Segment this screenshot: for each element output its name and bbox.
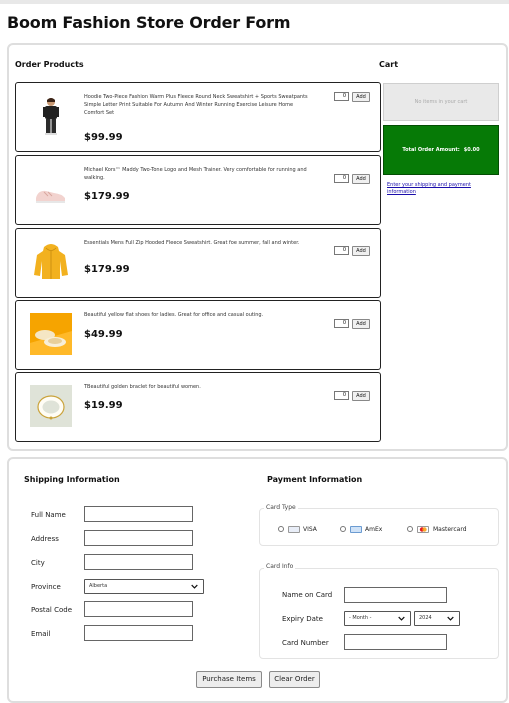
full-name-field[interactable] (84, 506, 193, 522)
card-type-legend: Card Type (264, 504, 298, 511)
purchase-items-button[interactable]: Purchase Items (196, 671, 262, 688)
mastercard-label: Mastercard (433, 526, 467, 533)
mastercard-radio[interactable] (407, 526, 413, 532)
checkout-panel: Shipping Information Payment Information… (7, 457, 508, 703)
order-products-heading: Order Products (15, 60, 84, 69)
add-to-cart-button[interactable]: Add (352, 319, 370, 329)
card-number-field[interactable] (344, 634, 447, 650)
product-card: Hoodie Two-Piece Fashion Warm Plus Fleec… (15, 82, 381, 152)
quantity-input[interactable]: 0 (334, 174, 349, 183)
order-panel: Order Products Cart Hoodie Two-Piece Fas… (7, 43, 508, 451)
expiry-month-select[interactable]: - Month - (344, 611, 411, 626)
address-field[interactable] (84, 530, 193, 546)
shipping-payment-link[interactable]: Enter your shipping and payment informat… (387, 182, 497, 195)
city-field[interactable] (84, 554, 193, 570)
postal-code-label: Postal Code (31, 606, 73, 614)
add-to-cart-button[interactable]: Add (352, 174, 370, 184)
chevron-down-icon (398, 616, 405, 621)
product-description: Michael Kors™ Maddy Two-Tone Logo and Me… (84, 167, 307, 181)
address-label: Address (31, 535, 59, 543)
expiry-month-value: - Month - (349, 615, 372, 621)
city-label: City (31, 559, 45, 567)
page-title: Boom Fashion Store Order Form (7, 13, 291, 32)
expiry-date-label: Expiry Date (282, 615, 323, 623)
quantity-input[interactable]: 0 (334, 92, 349, 101)
product-image-hoodie (30, 241, 72, 283)
province-selected-value: Alberta (89, 583, 108, 589)
cart-total-box: Total Order Amount: $0.00 (383, 125, 499, 175)
top-border (0, 0, 509, 4)
product-price: $179.99 (84, 264, 130, 275)
product-image-sneaker (30, 168, 72, 210)
clear-order-button[interactable]: Clear Order (269, 671, 320, 688)
visa-label: VISA (303, 526, 317, 533)
product-price: $99.99 (84, 132, 123, 143)
name-on-card-label: Name on Card (282, 591, 333, 599)
expiry-year-value: 2024 (419, 615, 432, 621)
email-label: Email (31, 630, 51, 638)
mastercard-card-icon (417, 526, 429, 533)
email-field[interactable] (84, 625, 193, 641)
product-card: Beautiful yellow flat shoes for ladies. … (15, 300, 381, 370)
visa-radio[interactable] (278, 526, 284, 532)
product-card: TBeautiful golden braclet for beautiful … (15, 372, 381, 442)
full-name-label: Full Name (31, 511, 66, 519)
product-price: $19.99 (84, 400, 123, 411)
amex-card-icon (350, 526, 362, 533)
card-info-legend: Card Info (264, 563, 296, 570)
visa-card-icon (288, 526, 300, 533)
total-order-label: Total Order Amount: (402, 147, 460, 153)
province-select[interactable]: Alberta (84, 579, 204, 594)
product-card: Michael Kors™ Maddy Two-Tone Logo and Me… (15, 155, 381, 225)
cart-items-box: No items in your cart (383, 83, 499, 121)
chevron-down-icon (191, 584, 198, 589)
product-image-flats (30, 313, 72, 355)
shipping-heading: Shipping Information (24, 475, 120, 484)
total-order-value: $0.00 (463, 147, 480, 153)
product-description: TBeautiful golden braclet for beautiful … (84, 384, 201, 390)
province-label: Province (31, 583, 61, 591)
chevron-down-icon (447, 616, 454, 621)
postal-code-field[interactable] (84, 601, 193, 617)
product-image-bracelet (30, 385, 72, 427)
quantity-input[interactable]: 0 (334, 319, 349, 328)
quantity-input[interactable]: 0 (334, 246, 349, 255)
product-price: $179.99 (84, 191, 130, 202)
product-price: $49.99 (84, 329, 123, 340)
cart-heading: Cart (379, 60, 399, 69)
expiry-year-select[interactable]: 2024 (414, 611, 460, 626)
add-to-cart-button[interactable]: Add (352, 246, 370, 256)
product-description: Essentials Mens Full Zip Hooded Fleece S… (84, 240, 300, 246)
name-on-card-field[interactable] (344, 587, 447, 603)
product-description: Hoodie Two-Piece Fashion Warm Plus Fleec… (84, 94, 308, 116)
quantity-input[interactable]: 0 (334, 391, 349, 400)
product-image-tracksuit (30, 95, 72, 137)
product-card: Essentials Mens Full Zip Hooded Fleece S… (15, 228, 381, 298)
amex-label: AmEx (365, 526, 383, 533)
payment-heading: Payment Information (267, 475, 363, 484)
add-to-cart-button[interactable]: Add (352, 391, 370, 401)
add-to-cart-button[interactable]: Add (352, 92, 370, 102)
card-number-label: Card Number (282, 639, 329, 647)
product-description: Beautiful yellow flat shoes for ladies. … (84, 312, 264, 318)
amex-radio[interactable] (340, 526, 346, 532)
